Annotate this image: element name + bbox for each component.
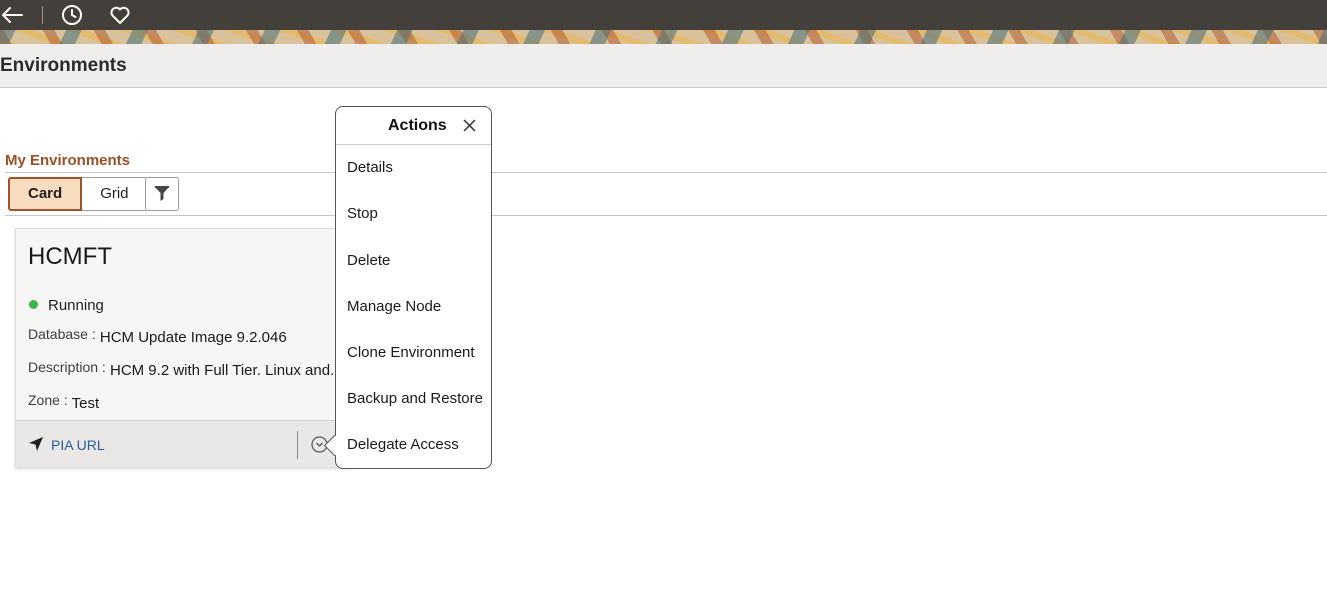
page-title: Environments bbox=[0, 55, 127, 76]
footer-divider bbox=[297, 431, 298, 459]
decorative-banner bbox=[0, 30, 1327, 44]
view-toolbar: Card Grid bbox=[5, 172, 1327, 216]
environment-name: HCMFT bbox=[28, 243, 112, 270]
action-delete[interactable]: Delete bbox=[347, 252, 390, 269]
grid-view-button[interactable]: Grid bbox=[82, 177, 148, 211]
pia-url-link[interactable]: PIA URL bbox=[51, 437, 105, 453]
action-clone-environment[interactable]: Clone Environment bbox=[347, 344, 475, 361]
action-manage-node[interactable]: Manage Node bbox=[347, 298, 441, 315]
actions-popup-title: Actions bbox=[388, 117, 447, 134]
page-header: Environments bbox=[0, 44, 1327, 88]
nav-divider bbox=[42, 6, 43, 24]
action-stop[interactable]: Stop bbox=[347, 205, 378, 222]
action-details[interactable]: Details bbox=[347, 159, 393, 176]
filter-button[interactable] bbox=[145, 177, 179, 211]
description-label: Description : bbox=[28, 362, 106, 375]
filter-funnel-icon bbox=[155, 186, 169, 201]
zone-row: Zone : Test bbox=[28, 392, 100, 412]
database-row: Database : HCM Update Image 9.2.046 bbox=[28, 326, 287, 346]
recent-history-icon[interactable] bbox=[60, 3, 84, 27]
database-value: HCM Update Image 9.2.046 bbox=[99, 329, 287, 346]
actions-popup: Actions Details Stop Delete Manage Node … bbox=[323, 106, 492, 469]
view-toggle: Card Grid bbox=[8, 177, 148, 211]
card-view-button[interactable]: Card bbox=[8, 177, 83, 211]
description-row: Description : HCM 9.2 with Full Tier. Li… bbox=[28, 362, 338, 379]
navigation-arrow-icon bbox=[29, 437, 43, 451]
actions-popup-header: Actions bbox=[336, 107, 491, 145]
top-nav-bar bbox=[0, 0, 1327, 30]
zone-label: Zone : bbox=[28, 392, 68, 408]
action-delegate-access[interactable]: Delegate Access bbox=[347, 436, 459, 453]
favorites-heart-icon[interactable] bbox=[108, 3, 132, 27]
zone-value: Test bbox=[71, 395, 100, 412]
description-value: HCM 9.2 with Full Tier. Linux and... bbox=[109, 362, 338, 379]
card-footer: PIA URL bbox=[16, 420, 351, 467]
section-title: My Environments bbox=[5, 152, 131, 169]
back-arrow-icon[interactable] bbox=[0, 3, 24, 27]
close-icon[interactable] bbox=[463, 119, 476, 132]
status-indicator-icon bbox=[29, 300, 38, 309]
environment-card: HCMFT Running Database : HCM Update Imag… bbox=[15, 228, 352, 467]
status-text: Running bbox=[48, 297, 104, 314]
action-backup-and-restore[interactable]: Backup and Restore bbox=[347, 390, 483, 407]
database-label: Database : bbox=[28, 326, 96, 342]
